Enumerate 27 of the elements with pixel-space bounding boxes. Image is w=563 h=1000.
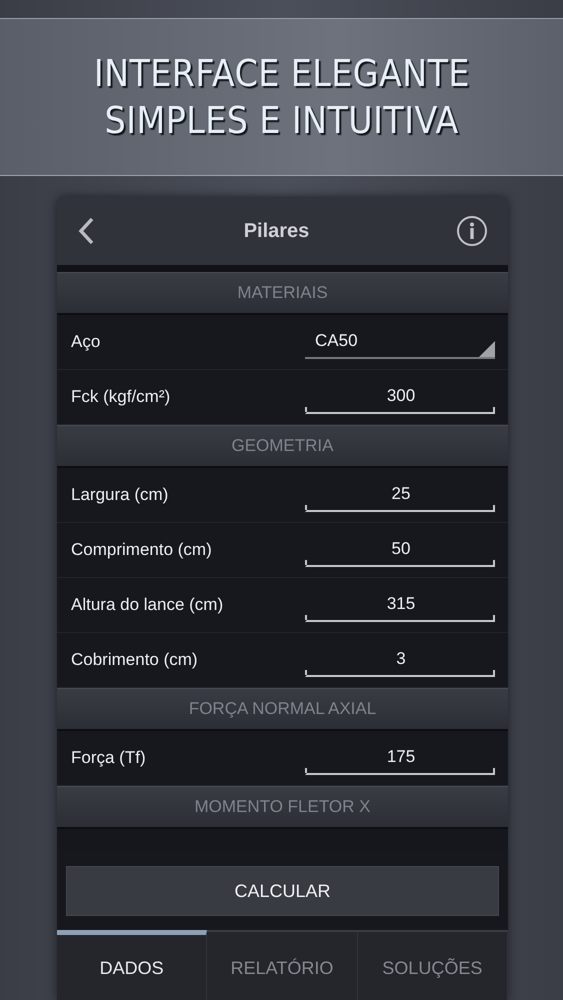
section-title: GEOMETRIA [231,436,334,456]
input-field[interactable]: 3 [305,643,495,677]
field-label: Altura do lance (cm) [71,595,224,615]
dropdown-corner-icon [479,341,495,357]
section-title: MOMENTO FLETOR X [194,797,370,817]
headline: INTERFACE ELEGANTE [93,52,470,95]
field-label: Cobrimento (cm) [71,650,198,670]
calculate-button[interactable]: CALCULAR [66,866,499,916]
input-field[interactable]: 25 [305,478,495,512]
field-label: Força (Tf) [71,748,146,768]
field-label: Aço [71,332,100,352]
tab[interactable]: DADOS [57,930,208,1000]
section-title: MATERIAIS [237,283,328,303]
field-label: Comprimento (cm) [71,540,212,560]
input-field[interactable]: 175 [305,741,495,775]
screen-title: Pilares [244,220,310,242]
section-title: FORÇA NORMAL AXIAL [188,699,376,719]
input-field[interactable]: 315 [305,588,495,622]
input-field[interactable]: 50 [305,533,495,567]
input-field[interactable]: 300 [305,380,495,414]
dropdown-field[interactable]: CA50 [305,325,495,359]
info-icon[interactable] [456,215,488,247]
tab[interactable]: SOLUÇÕES [358,930,508,1000]
field-label: Largura (cm) [71,485,168,505]
headline: SIMPLES E INTUITIVA [104,99,459,142]
field-label: Fck (kgf/cm²) [71,387,170,407]
tab[interactable]: RELATÓRIO [207,930,358,1000]
